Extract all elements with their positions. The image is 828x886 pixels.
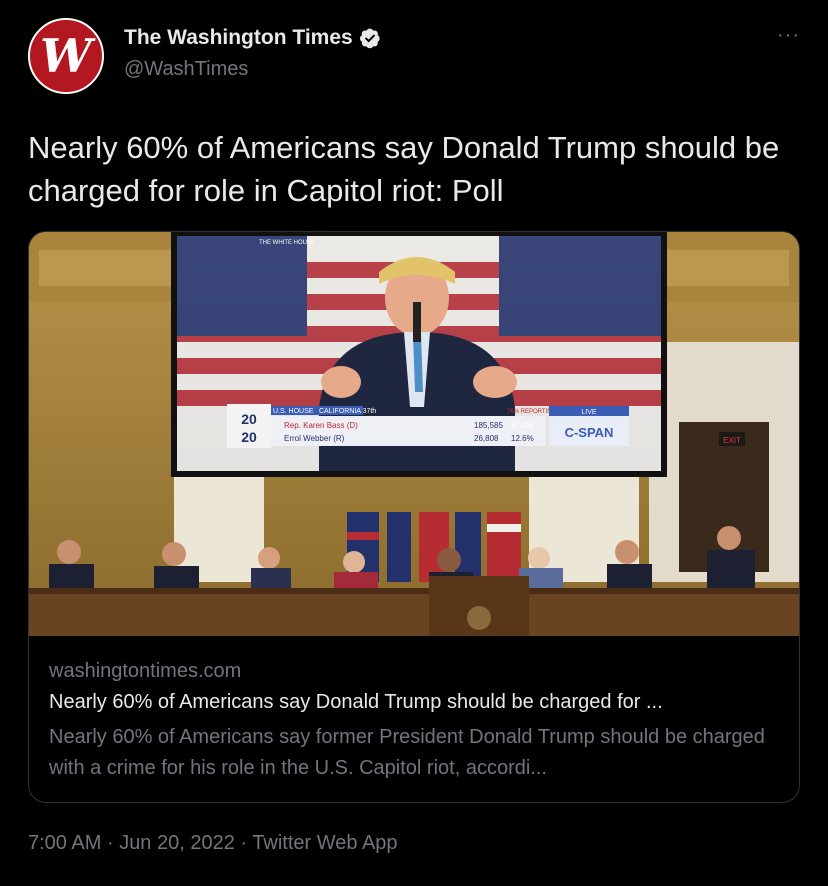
network-label: C-SPAN	[565, 425, 614, 440]
card-image[interactable]: EXIT THE WHITE HOUSE 20 20 U.S. HOUSE CA…	[29, 232, 799, 636]
year-bottom: 20	[241, 429, 257, 445]
exit-sign: EXIT	[723, 436, 741, 445]
avatar[interactable]: W	[28, 18, 104, 94]
pct-2: 12.6%	[511, 434, 534, 443]
white-house-label: THE WHITE HOUSE	[259, 240, 315, 246]
card-description: Nearly 60% of Americans say former Presi…	[49, 726, 765, 779]
year-top: 20	[241, 411, 257, 427]
votes-2: 26,808	[474, 434, 499, 443]
tweet-meta: 7:00 AM · Jun 20, 2022 · Twitter Web App	[28, 832, 398, 855]
account-handle[interactable]: @WashTimes	[124, 58, 248, 81]
candidate-2: Errol Webber (R)	[284, 434, 345, 443]
tweet-date[interactable]: Jun 20, 2022	[119, 832, 235, 854]
link-card[interactable]: EXIT THE WHITE HOUSE 20 20 U.S. HOUSE CA…	[28, 231, 800, 803]
verified-badge-icon	[359, 28, 380, 49]
live-label: LIVE	[581, 409, 597, 416]
district-label: CALIFORNIA 37th	[319, 408, 376, 415]
votes-1: 185,585	[474, 421, 503, 430]
more-options-icon[interactable]: ···	[777, 24, 800, 47]
display-name[interactable]: The Washington Times	[124, 26, 381, 50]
tweet-time[interactable]: 7:00 AM	[28, 832, 101, 854]
card-domain: washingtontimes.com	[49, 660, 242, 682]
tweet-text: Nearly 60% of Americans say Donald Trump…	[28, 130, 780, 208]
candidate-1: Rep. Karen Bass (D)	[284, 421, 358, 430]
race-label: U.S. HOUSE	[273, 408, 314, 415]
tweet-source[interactable]: Twitter Web App	[252, 832, 397, 854]
avatar-logo: W	[40, 29, 92, 83]
meta-separator-2: ·	[240, 832, 248, 854]
card-title: Nearly 60% of Americans say Donald Trump…	[49, 691, 663, 713]
meta-separator: ·	[106, 832, 114, 854]
display-name-text: The Washington Times	[124, 26, 353, 49]
pct-1: 87.4%	[511, 421, 534, 430]
